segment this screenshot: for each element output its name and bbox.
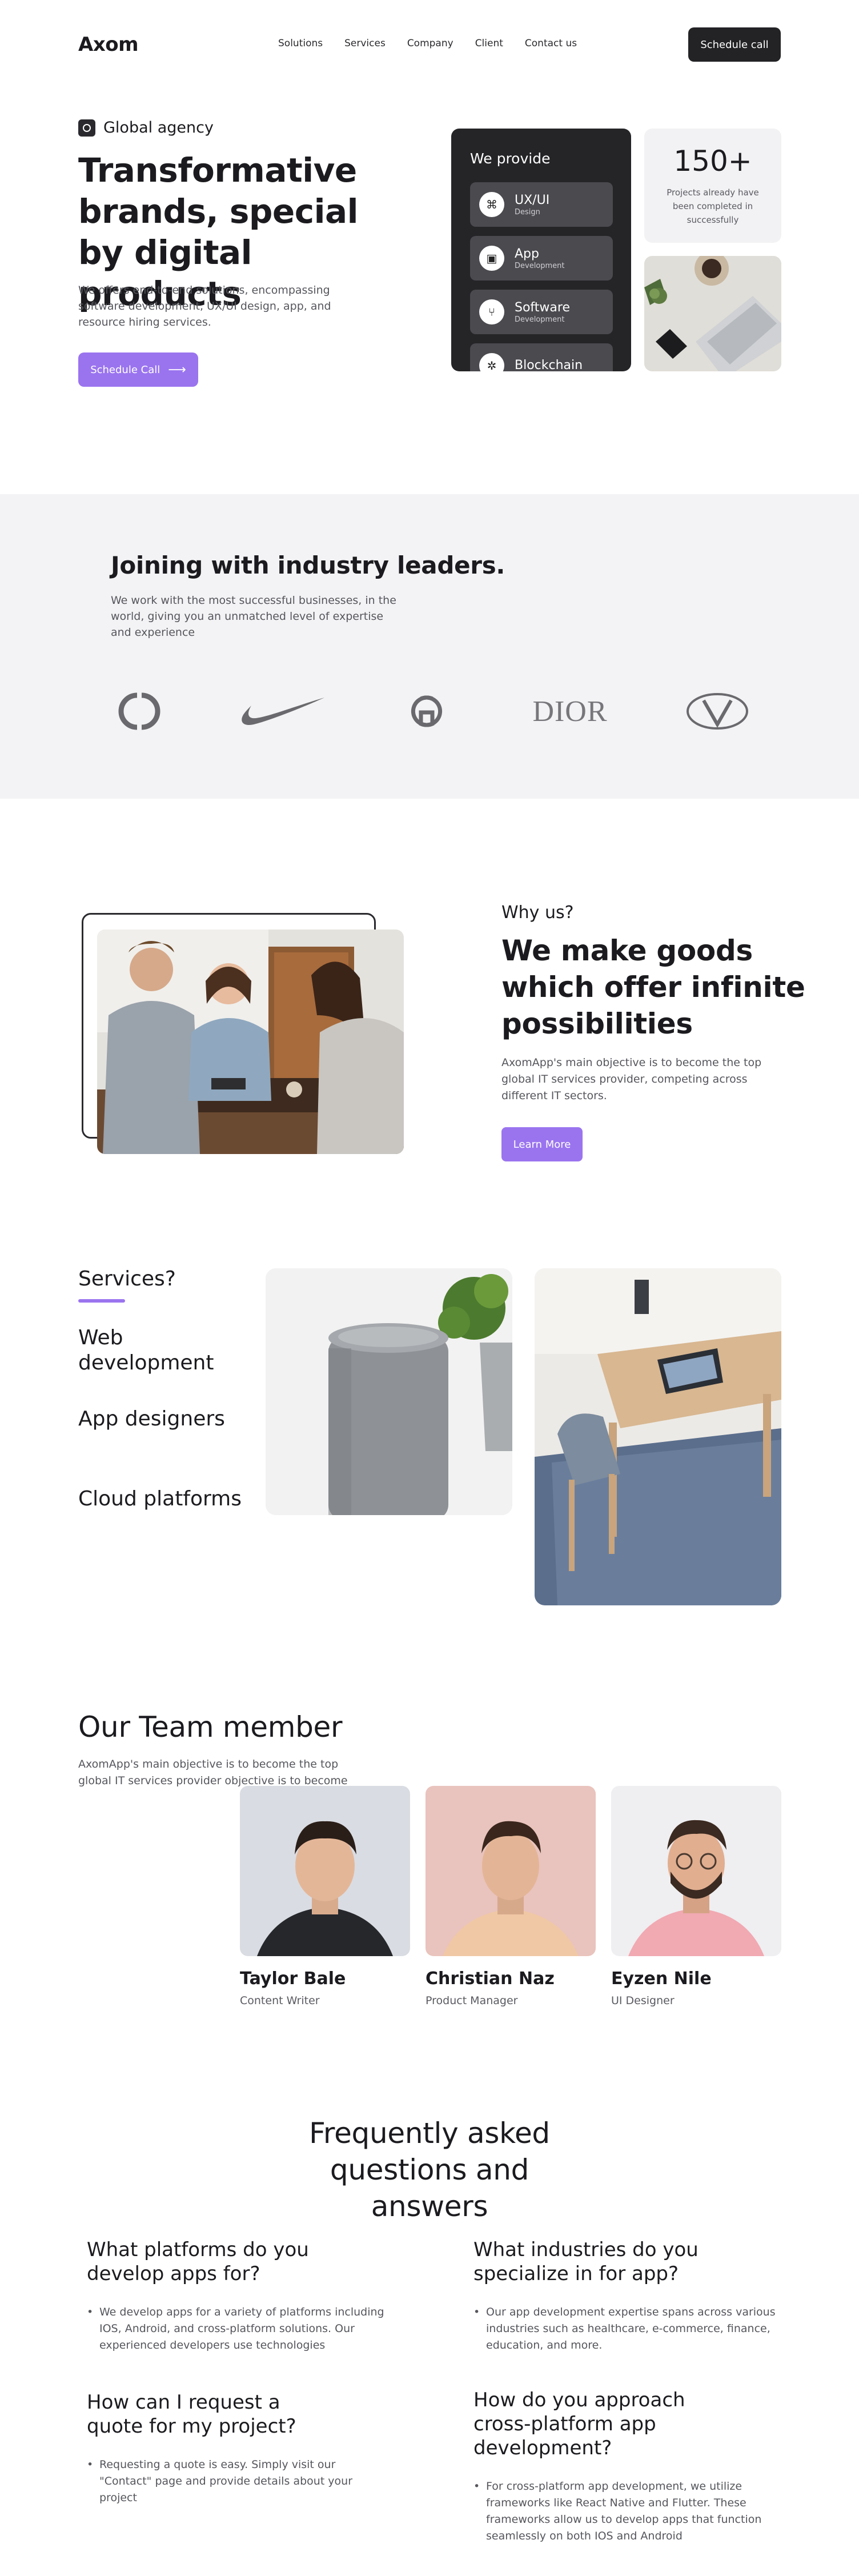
faq-question[interactable]: How can I request a quote for my project…: [87, 2390, 315, 2438]
provide-card: We provide ⌘ UX/UI Design ▣ App Developm…: [451, 129, 631, 371]
stats-value: 150+: [673, 145, 752, 178]
landing-page: Axom Solutions Services Company Client C…: [0, 0, 859, 2576]
provide-item-subtitle: Development: [515, 261, 565, 270]
team-member-name: Taylor Bale: [240, 1969, 346, 1989]
service-app-designers[interactable]: App designers: [78, 1407, 250, 1432]
faq-title: Frequently asked questions and answers: [309, 2117, 550, 2223]
faq-item[interactable]: How can I request a quote for my project…: [87, 2390, 407, 2506]
desk-image: [644, 256, 781, 371]
hero-description: We offers end-to-end solutions, encompas…: [78, 284, 331, 328]
gucci-logo: [398, 688, 455, 734]
team-member-role: UI Designer: [611, 1994, 675, 2007]
provide-item-title: Software: [515, 300, 570, 315]
globe-icon: [78, 119, 95, 137]
nike-logo: [239, 688, 326, 734]
avatar: [426, 1786, 596, 1956]
avatar: [611, 1786, 781, 1956]
team-member-card[interactable]: Christian Naz Product Manager: [426, 1786, 596, 2007]
team-member-name: Eyzen Nile: [611, 1969, 712, 1989]
provide-item-title: Blockchain: [515, 358, 583, 371]
git-icon: ⑂: [479, 299, 504, 324]
provide-item-subtitle: Development: [515, 315, 565, 324]
chanel-logo: [111, 688, 168, 734]
provide-item-uxui[interactable]: ⌘ UX/UI Design: [470, 182, 613, 227]
valentino-logo: [684, 688, 750, 734]
dior-logo: DIOR: [524, 688, 616, 734]
dior-logo-text: DIOR: [532, 695, 608, 728]
avatar: [240, 1786, 410, 1956]
provide-item-app[interactable]: ▣ App Development: [470, 236, 613, 281]
hero-cta-label: Schedule Call: [90, 363, 160, 376]
workspace-table-image: [535, 1268, 781, 1605]
team-member-role: Content Writer: [240, 1994, 320, 2007]
logo[interactable]: Axom: [78, 33, 139, 56]
provide-item-title: UX/UI: [515, 193, 550, 207]
why-description: AxomApp's main objective is to become th…: [501, 1056, 762, 1102]
command-icon: ⌘: [479, 192, 504, 217]
team-member-card[interactable]: Taylor Bale Content Writer: [240, 1786, 410, 2007]
team-description: AxomApp's main objective is to become th…: [78, 1758, 348, 1787]
nav-links: Solutions Services Company Client Contac…: [278, 38, 577, 49]
learn-more-button[interactable]: Learn More: [501, 1127, 583, 1161]
nav-link-solutions[interactable]: Solutions: [278, 38, 323, 49]
nav-link-company[interactable]: Company: [407, 38, 453, 49]
stats-description: Projects already have been completed in …: [667, 187, 759, 225]
top-nav: Axom Solutions Services Company Client C…: [0, 0, 859, 91]
team-member-name: Christian Naz: [426, 1969, 555, 1989]
team-member-role: Product Manager: [426, 1994, 518, 2007]
provide-item-blockchain[interactable]: ✲ Blockchain: [470, 343, 613, 371]
faq-item[interactable]: What industries do you specialize in for…: [473, 2238, 793, 2354]
service-web-development[interactable]: Web development: [78, 1325, 250, 1376]
services-underline: [78, 1299, 125, 1303]
provide-title: We provide: [470, 150, 551, 167]
why-label: Why us?: [501, 903, 574, 923]
faq-answer: Our app development expertise spans acro…: [473, 2304, 782, 2354]
hero-tag: Global agency: [78, 119, 214, 137]
team-member-card[interactable]: Eyzen Nile UI Designer: [611, 1786, 781, 2007]
blockchain-icon: ✲: [479, 353, 504, 371]
nav-link-services[interactable]: Services: [344, 38, 386, 49]
team-meeting-image: [97, 930, 404, 1154]
faq-question[interactable]: How do you approach cross-platform app d…: [473, 2388, 736, 2460]
faq-item[interactable]: How do you approach cross-platform app d…: [473, 2388, 793, 2545]
services-label: Services?: [78, 1267, 176, 1291]
nav-link-contact[interactable]: Contact us: [525, 38, 577, 49]
faq-answer: For cross-platform app development, we u…: [473, 2478, 782, 2545]
schedule-call-button[interactable]: Schedule call: [688, 27, 781, 62]
partners-section: Joining with industry leaders. We work w…: [0, 494, 859, 799]
provide-item-software[interactable]: ⑂ Software Development: [470, 290, 613, 334]
provide-item-subtitle: Design: [515, 207, 540, 217]
faq-answer: We develop apps for a variety of platfor…: [87, 2304, 395, 2354]
nav-link-client[interactable]: Client: [475, 38, 503, 49]
smart-speaker-image: [266, 1268, 512, 1515]
arrow-right-icon: ⟶: [168, 362, 186, 377]
why-title: We make goods which offer infinite possi…: [501, 934, 805, 1040]
faq-question[interactable]: What platforms do you develop apps for?: [87, 2238, 315, 2286]
app-icon: ▣: [479, 246, 504, 271]
stats-card: 150+ Projects already have been complete…: [644, 129, 781, 243]
hero-tag-label: Global agency: [103, 119, 214, 137]
partners-title: Joining with industry leaders.: [111, 551, 505, 579]
team-title: Our Team member: [78, 1710, 343, 1744]
faq-item[interactable]: What platforms do you develop apps for? …: [87, 2238, 407, 2354]
provide-item-title: App: [515, 246, 539, 261]
faq-answer: Requesting a quote is easy. Simply visit…: [87, 2457, 361, 2506]
faq-question[interactable]: What industries do you specialize in for…: [473, 2238, 702, 2286]
hero-schedule-call-button[interactable]: Schedule Call ⟶: [78, 352, 198, 387]
service-cloud-platforms[interactable]: Cloud platforms: [78, 1487, 250, 1512]
partners-description: We work with the most successful busines…: [111, 594, 396, 639]
